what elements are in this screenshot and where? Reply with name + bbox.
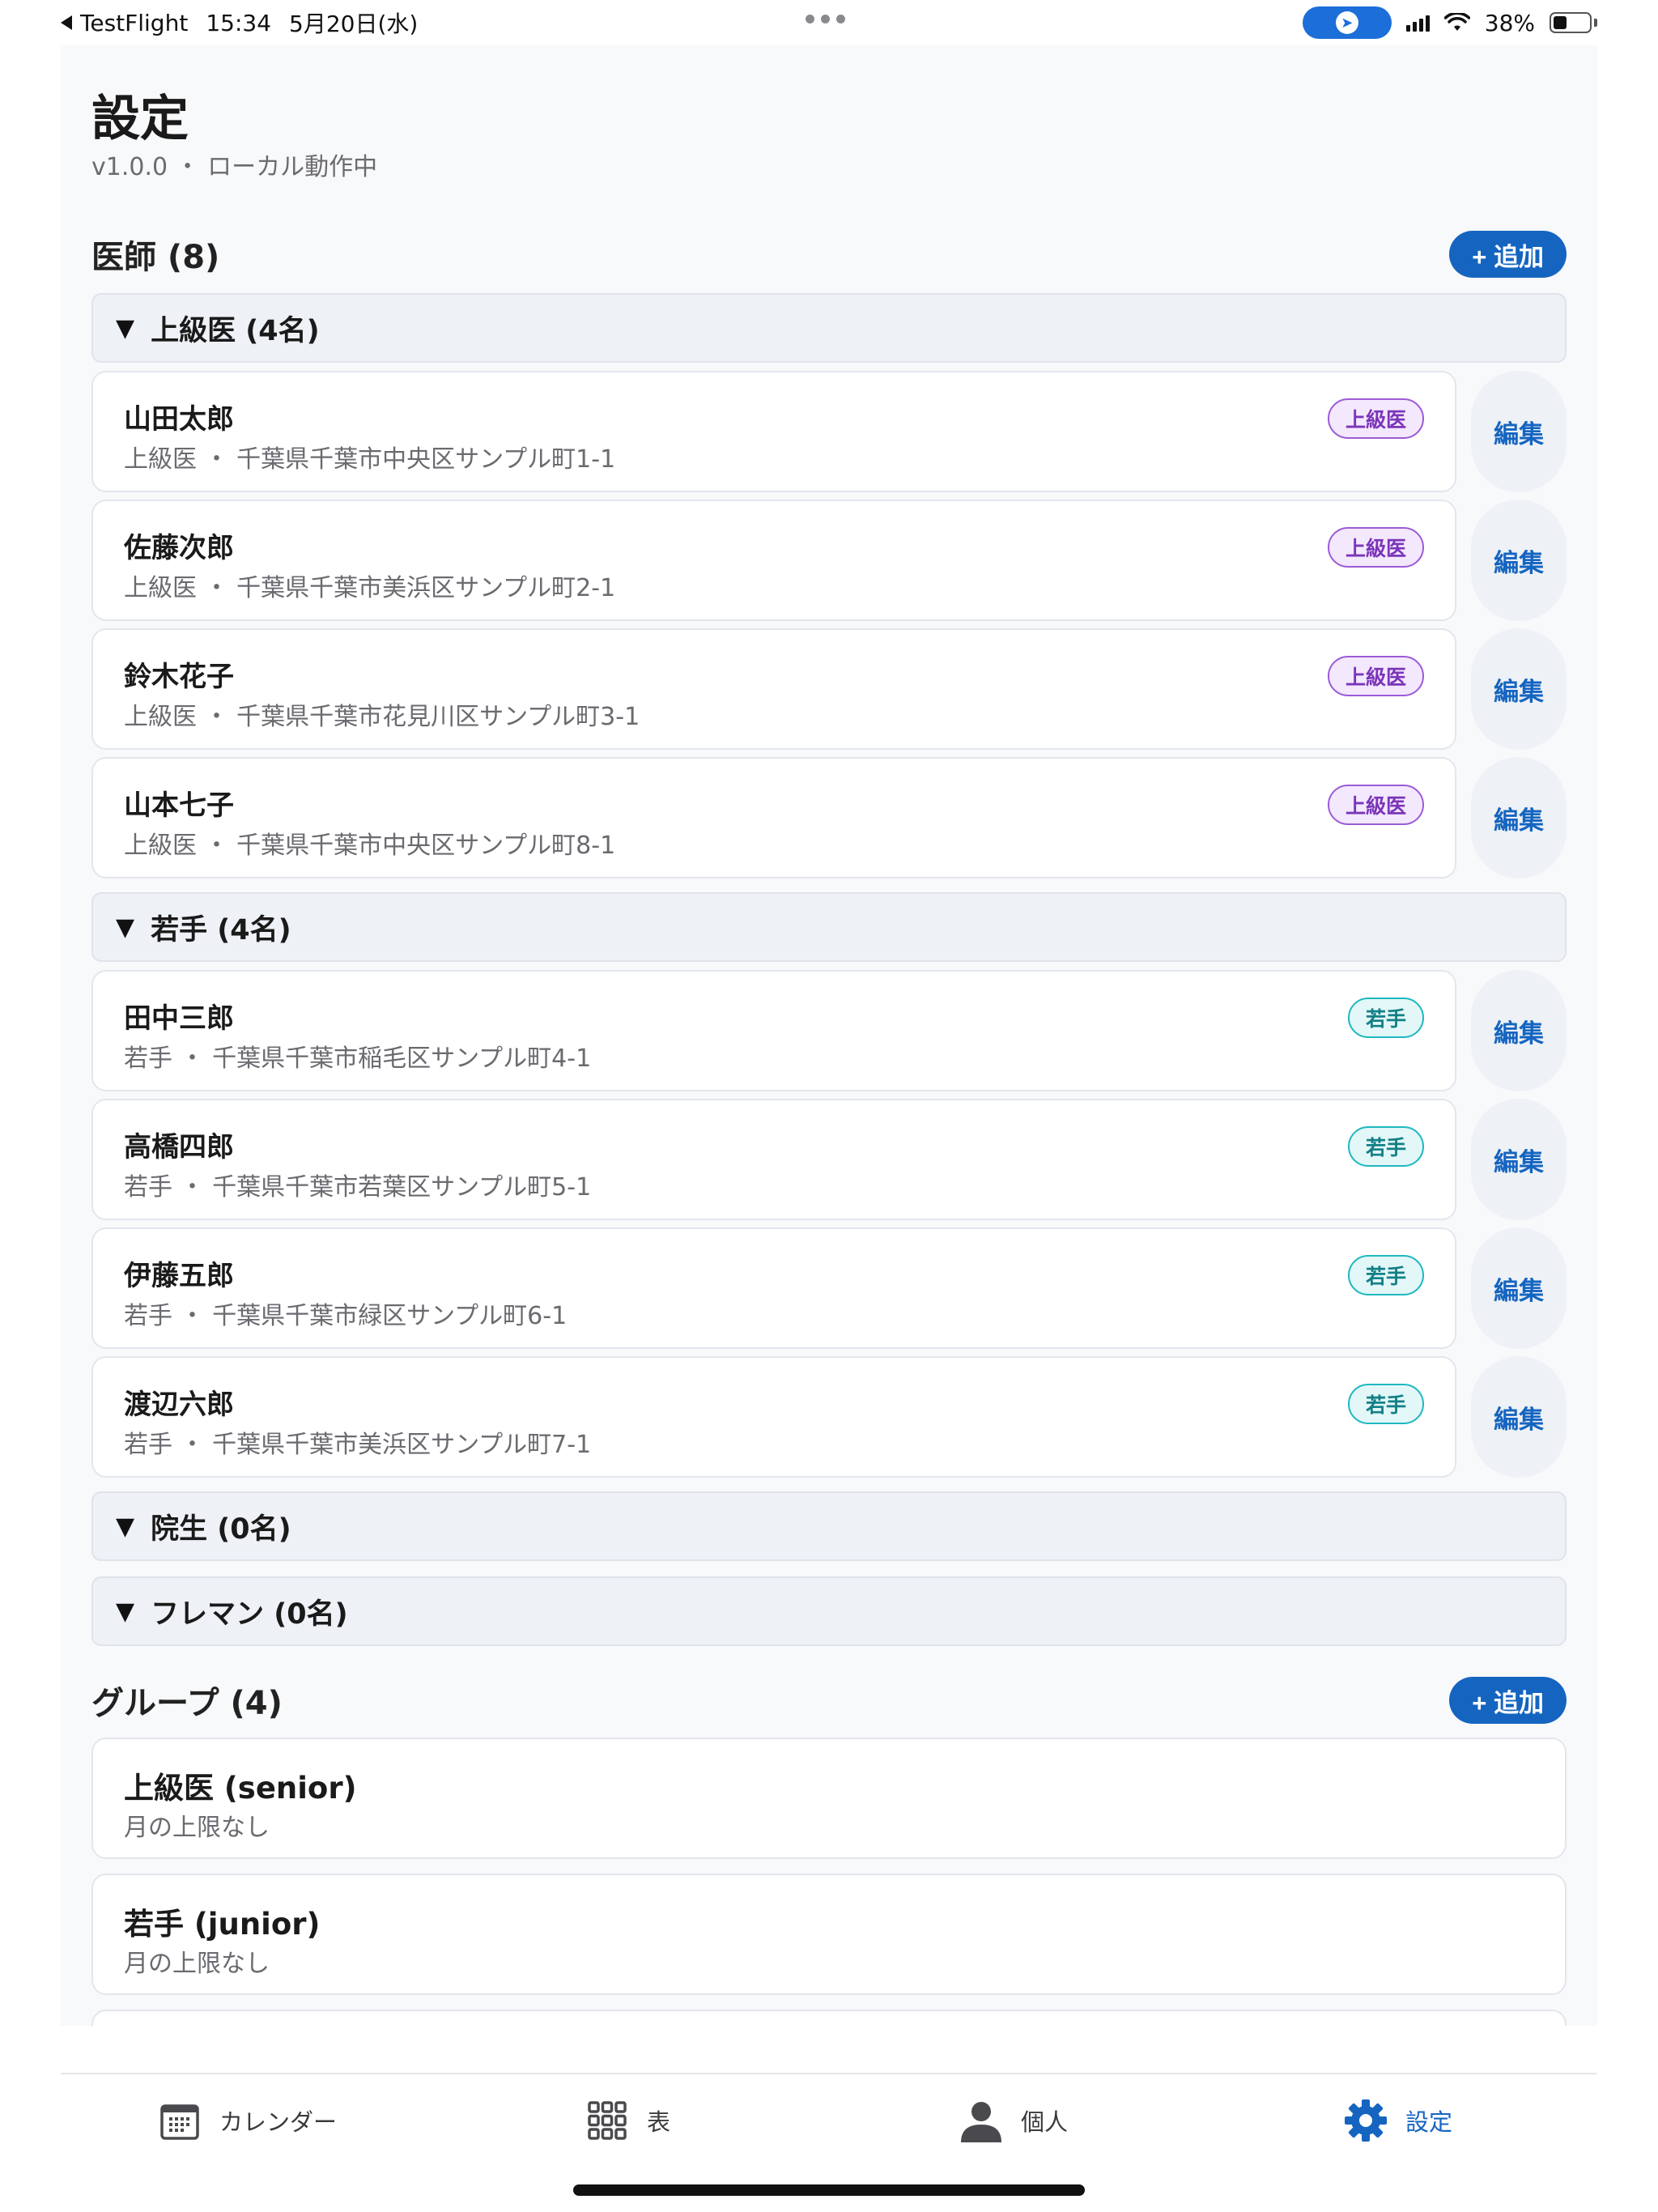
doctor-name: 山本七子 — [124, 789, 234, 822]
navigation-arrow-icon: ➤ — [1335, 11, 1358, 34]
group-name: 上級医 (senior) — [124, 1771, 357, 1806]
collapse-caret-icon: ▼ — [116, 313, 135, 342]
doctor-name: 山田太郎 — [124, 403, 234, 436]
settings-scroll-area[interactable]: 設定 v1.0.0 ・ ローカル動作中 医師 (8) + 追加 ▼ 上級医 (4… — [61, 45, 1597, 2026]
role-badge: 若手 — [1347, 1126, 1424, 1167]
tab-bar: カレンダー 表 個人 設定 — [61, 2073, 1597, 2170]
edit-doctor-button[interactable]: 編集 — [1471, 500, 1567, 621]
tab-settings[interactable]: 設定 — [1344, 2099, 1452, 2142]
role-badge: 上級医 — [1327, 656, 1424, 696]
doctor-card[interactable]: 山本七子 上級医 ・ 千葉県千葉市中央区サンプル町8-1 上級医 — [91, 757, 1456, 878]
role-badge: 上級医 — [1327, 527, 1424, 568]
group-label: 上級医 (4名) — [151, 314, 320, 347]
role-badge: 上級医 — [1327, 785, 1424, 825]
doctors-section-header: 医師 (8) + 追加 — [91, 230, 1567, 279]
doctor-card[interactable]: 渡辺六郎 若手 ・ 千葉県千葉市美浜区サンプル町7-1 若手 — [91, 1356, 1456, 1478]
doctor-name: 佐藤次郎 — [124, 532, 234, 564]
back-arrow-icon — [61, 15, 72, 30]
edit-doctor-button[interactable]: 編集 — [1471, 970, 1567, 1091]
edit-doctor-button[interactable]: 編集 — [1471, 371, 1567, 492]
tab-personal[interactable]: 個人 — [959, 2099, 1068, 2142]
edit-doctor-button[interactable]: 編集 — [1471, 1356, 1567, 1478]
doctor-name: 高橋四郎 — [124, 1131, 234, 1163]
role-badge: 上級医 — [1327, 398, 1424, 439]
doctor-card[interactable]: 高橋四郎 若手 ・ 千葉県千葉市若葉区サンプル町5-1 若手 — [91, 1099, 1456, 1220]
doctor-details: 若手 ・ 千葉県千葉市稲毛区サンプル町4-1 — [124, 1044, 592, 1073]
doctor-details: 若手 ・ 千葉県千葉市緑区サンプル町6-1 — [124, 1302, 568, 1330]
back-to-app-link[interactable]: TestFlight — [61, 10, 188, 36]
group-limit: 月の上限なし — [124, 1950, 270, 1978]
tab-label: 設定 — [1405, 2108, 1453, 2136]
doctor-name: 鈴木花子 — [124, 661, 234, 693]
role-badge: 若手 — [1347, 998, 1424, 1038]
group-header-senior[interactable]: ▼ 上級医 (4名) — [91, 293, 1567, 363]
status-bar: TestFlight 15:34 5月20日(水) ➤ 38% — [61, 0, 1597, 45]
group-limit: 月の上限なし — [124, 1814, 270, 1842]
page-title: 設定 — [91, 91, 189, 147]
tab-label: 表 — [647, 2108, 671, 2136]
doctor-name: 伊藤五郎 — [124, 1260, 234, 1292]
battery-percent: 38% — [1484, 9, 1535, 36]
doctor-details: 上級医 ・ 千葉県千葉市中央区サンプル町8-1 — [124, 832, 616, 860]
role-badge: 若手 — [1347, 1384, 1424, 1424]
doctor-card[interactable]: 山田太郎 上級医 ・ 千葉県千葉市中央区サンプル町1-1 上級医 — [91, 371, 1456, 492]
group-card[interactable]: 若手 (junior) 月の上限なし — [91, 1874, 1567, 1995]
collapse-caret-icon: ▼ — [116, 912, 135, 942]
collapse-caret-icon: ▼ — [116, 1512, 135, 1541]
add-group-button[interactable]: + 追加 — [1449, 1677, 1567, 1724]
grid-icon — [585, 2099, 629, 2142]
back-app-label: TestFlight — [80, 9, 189, 36]
tab-calendar[interactable]: カレンダー — [158, 2099, 337, 2142]
battery-icon — [1550, 12, 1597, 33]
gear-icon — [1344, 2099, 1388, 2142]
tab-table[interactable]: 表 — [585, 2099, 670, 2142]
tab-label: 個人 — [1021, 2108, 1069, 2136]
group-label: 若手 (4名) — [151, 913, 291, 946]
multitasking-dots-icon[interactable] — [806, 15, 845, 23]
tab-label: カレンダー — [219, 2108, 338, 2136]
version-status: v1.0.0 ・ ローカル動作中 — [91, 153, 378, 181]
group-label: 院生 (0名) — [151, 1512, 291, 1546]
doctor-name: 渡辺六郎 — [124, 1389, 234, 1421]
add-doctor-button[interactable]: + 追加 — [1449, 231, 1567, 278]
group-header-junior[interactable]: ▼ 若手 (4名) — [91, 892, 1567, 962]
group-header-grad-student[interactable]: ▼ 院生 (0名) — [91, 1491, 1567, 1561]
status-time: 15:34 — [206, 9, 272, 36]
wifi-icon — [1443, 13, 1470, 31]
doctor-card[interactable]: 田中三郎 若手 ・ 千葉県千葉市稲毛区サンプル町4-1 若手 — [91, 970, 1456, 1091]
group-label: フレマン (0名) — [151, 1597, 348, 1631]
status-date: 5月20日(水) — [289, 11, 419, 37]
calendar-icon — [158, 2099, 202, 2142]
edit-doctor-button[interactable]: 編集 — [1471, 1099, 1567, 1220]
role-badge: 若手 — [1347, 1255, 1424, 1295]
doctor-details: 上級医 ・ 千葉県千葉市美浜区サンプル町2-1 — [124, 574, 616, 602]
doctor-details: 若手 ・ 千葉県千葉市若葉区サンプル町5-1 — [124, 1173, 592, 1202]
group-card-partial[interactable] — [91, 2010, 1567, 2026]
doctor-name: 田中三郎 — [124, 1002, 234, 1035]
cellular-signal-icon — [1405, 14, 1430, 32]
edit-doctor-button[interactable]: 編集 — [1471, 628, 1567, 750]
doctor-details: 上級医 ・ 千葉県千葉市花見川区サンプル町3-1 — [124, 703, 640, 731]
home-indicator[interactable] — [573, 2184, 1085, 2196]
group-name: 若手 (junior) — [124, 1907, 321, 1942]
group-header-freshman[interactable]: ▼ フレマン (0名) — [91, 1576, 1567, 1646]
groups-section-header: グループ (4) + 追加 — [91, 1676, 1567, 1725]
doctors-section-title: 医師 (8) — [91, 239, 220, 276]
edit-doctor-button[interactable]: 編集 — [1471, 757, 1567, 878]
group-card[interactable]: 上級医 (senior) 月の上限なし — [91, 1738, 1567, 1859]
doctor-details: 若手 ・ 千葉県千葉市美浜区サンプル町7-1 — [124, 1431, 592, 1459]
doctor-card[interactable]: 伊藤五郎 若手 ・ 千葉県千葉市緑区サンプル町6-1 若手 — [91, 1227, 1456, 1349]
doctor-card[interactable]: 鈴木花子 上級医 ・ 千葉県千葉市花見川区サンプル町3-1 上級医 — [91, 628, 1456, 750]
groups-section-title: グループ (4) — [91, 1685, 283, 1722]
location-indicator-pill: ➤ — [1302, 6, 1392, 39]
person-icon — [959, 2099, 1003, 2142]
collapse-caret-icon: ▼ — [116, 1597, 135, 1626]
edit-doctor-button[interactable]: 編集 — [1471, 1227, 1567, 1349]
doctor-details: 上級医 ・ 千葉県千葉市中央区サンプル町1-1 — [124, 445, 616, 474]
doctor-card[interactable]: 佐藤次郎 上級医 ・ 千葉県千葉市美浜区サンプル町2-1 上級医 — [91, 500, 1456, 621]
